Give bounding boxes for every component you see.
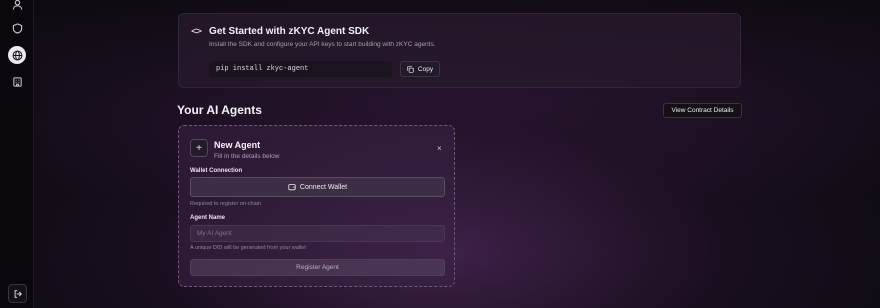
agent-name-input[interactable] <box>190 225 445 242</box>
wallet-hint: Required to register on-chain <box>190 201 261 207</box>
globe-icon[interactable] <box>8 46 26 64</box>
plus-icon: + <box>190 139 208 157</box>
new-agent-title: New Agent <box>214 140 261 150</box>
view-contract-details-button[interactable]: View Contract Details <box>663 103 742 118</box>
wallet-connection-label: Wallet Connection <box>190 168 243 174</box>
new-agent-card: + New Agent Fill in the details below × … <box>178 125 455 287</box>
agents-section-title: Your AI Agents <box>177 103 262 117</box>
building-icon[interactable] <box>9 73 25 89</box>
install-command[interactable]: pip install zkyc-agent <box>209 61 392 77</box>
close-icon[interactable]: × <box>437 144 442 153</box>
sidebar <box>0 0 34 308</box>
user-icon[interactable] <box>9 0 25 12</box>
sdk-title: Get Started with zKYC Agent SDK <box>209 26 370 37</box>
connect-wallet-button[interactable]: Connect Wallet <box>190 177 445 197</box>
wallet-icon <box>288 184 296 191</box>
copy-icon <box>407 65 414 73</box>
sdk-description: Install the SDK and configure your API k… <box>209 41 436 48</box>
code-icon: <> <box>191 26 202 37</box>
logout-icon <box>14 289 22 298</box>
logout-button[interactable] <box>8 284 27 303</box>
did-hint: A unique DID will be generated from your… <box>190 245 306 251</box>
register-agent-button[interactable]: Register Agent <box>190 259 445 276</box>
shield-icon[interactable] <box>9 20 25 36</box>
sdk-card: <> Get Started with zKYC Agent SDK Insta… <box>178 13 741 88</box>
connect-wallet-label: Connect Wallet <box>299 183 348 191</box>
new-agent-subtitle: Fill in the details below <box>214 153 280 160</box>
agent-name-label: Agent Name <box>190 215 226 221</box>
copy-label: Copy <box>417 65 434 73</box>
copy-button[interactable]: Copy <box>400 61 440 77</box>
